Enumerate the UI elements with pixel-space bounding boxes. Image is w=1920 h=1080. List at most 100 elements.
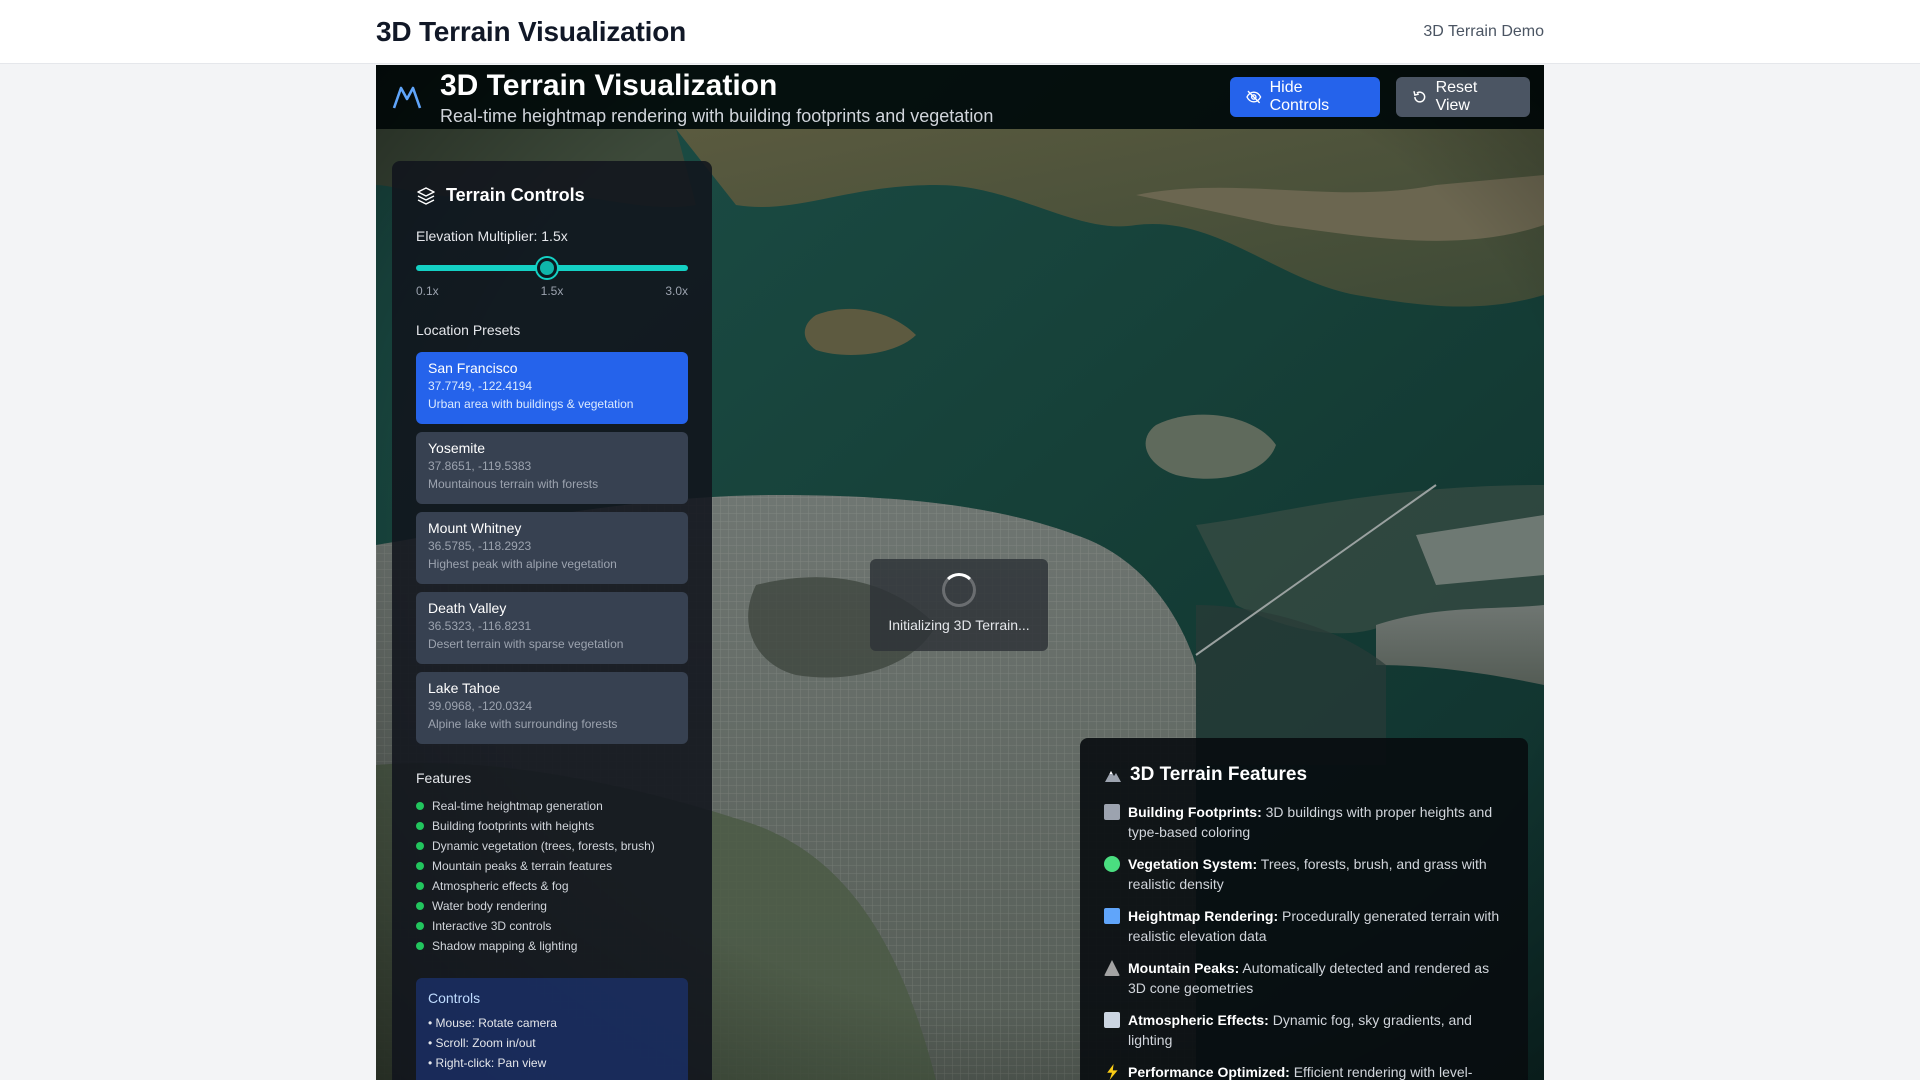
bullet-dot-icon (416, 862, 424, 870)
feature-text: Interactive 3D controls (432, 919, 552, 933)
loading-text: Initializing 3D Terrain... (888, 617, 1030, 633)
feature-text: Real-time heightmap generation (432, 799, 603, 813)
slider-tick-max: 3.0x (665, 284, 688, 298)
feature-text: Dynamic vegetation (trees, forests, brus… (432, 839, 655, 853)
layers-icon (417, 186, 435, 205)
preset-coords: 36.5323, -116.8231 (428, 619, 532, 633)
eye-off-icon (1246, 90, 1262, 104)
features-card-title-text: 3D Terrain Features (1130, 764, 1308, 785)
tree-icon (1104, 856, 1120, 872)
list-item: Atmospheric effects & fog (416, 876, 688, 896)
elevation-slider[interactable] (416, 258, 688, 278)
list-item: Interactive 3D controls (416, 916, 688, 936)
list-item: Water body rendering (416, 896, 688, 916)
preset-name: Yosemite (428, 440, 486, 456)
feature-description: Vegetation System: Trees, forests, brush… (1128, 854, 1504, 894)
feature-label: Heightmap Rendering: (1128, 908, 1279, 924)
preset-coords: 39.0968, -120.0324 (428, 699, 533, 713)
features-card-title: 3D Terrain Features (1104, 764, 1504, 786)
reset-view-label: Reset View (1435, 79, 1478, 114)
feature-label: Building Footprints: (1128, 804, 1262, 820)
terrain-features-card: 3D Terrain Features Building Footprints:… (1080, 738, 1528, 1080)
feature-item: Performance Optimized: Efficient renderi… (1104, 1062, 1504, 1080)
app-header: 3D Terrain Visualization Real-time heigh… (376, 65, 1544, 129)
preset-name: Death Valley (428, 600, 507, 616)
preset-lake-tahoe[interactable]: Lake Tahoe 39.0968, -120.0324 Alpine lak… (416, 672, 688, 744)
list-item: Dynamic vegetation (trees, forests, brus… (416, 836, 688, 856)
preset-mount-whitney[interactable]: Mount Whitney 36.5785, -118.2923 Highest… (416, 512, 688, 584)
feature-item: Mountain Peaks: Automatically detected a… (1104, 958, 1504, 998)
mountain-icon (1105, 771, 1121, 782)
bullet-dot-icon (416, 802, 424, 810)
loading-spinner-icon (942, 573, 976, 607)
preset-desc: Highest peak with alpine vegetation (428, 557, 617, 571)
terrain-viewport[interactable]: 3D Terrain Visualization Real-time heigh… (376, 65, 1544, 1080)
feature-description: Mountain Peaks: Automatically detected a… (1128, 958, 1504, 998)
features-title: Features (416, 770, 472, 786)
list-item: Shadow mapping & lighting (416, 936, 688, 956)
list-item: Real-time heightmap generation (416, 796, 688, 816)
bullet-dot-icon (416, 882, 424, 890)
feature-item: Atmospheric Effects: Dynamic fog, sky gr… (1104, 1010, 1504, 1050)
location-presets-title: Location Presets (416, 322, 521, 338)
preset-desc: Urban area with buildings & vegetation (428, 397, 634, 411)
preset-name: San Francisco (428, 360, 518, 376)
preset-coords: 37.7749, -122.4194 (428, 379, 533, 393)
location-presets-list: San Francisco 37.7749, -122.4194 Urban a… (416, 352, 688, 744)
slider-ticks: 0.1x 1.5x 3.0x (416, 284, 688, 298)
preset-name: Mount Whitney (428, 520, 522, 536)
list-item: Building footprints with heights (416, 816, 688, 836)
feature-text: Mountain peaks & terrain features (432, 859, 613, 873)
controls-help-box: Controls • Mouse: Rotate camera • Scroll… (416, 978, 688, 1080)
mountain-icon (1104, 960, 1120, 976)
controls-help-title: Controls (428, 990, 481, 1006)
bullet-dot-icon (416, 842, 424, 850)
feature-description: Heightmap Rendering: Procedurally genera… (1128, 906, 1504, 946)
bullet-dot-icon (416, 922, 424, 930)
slider-tick-mid: 1.5x (540, 284, 564, 298)
preset-desc: Desert terrain with sparse vegetation (428, 637, 624, 651)
feature-description: Performance Optimized: Efficient renderi… (1128, 1062, 1472, 1080)
site-header: 3D Terrain Visualization 3D Terrain Demo (0, 0, 1920, 64)
feature-text: Building footprints with heights (432, 819, 595, 833)
feature-item: Building Footprints: 3D buildings with p… (1104, 802, 1504, 842)
preset-coords: 37.8651, -119.5383 (428, 459, 532, 473)
feature-label: Vegetation System: (1128, 856, 1258, 872)
nav-link-demo[interactable]: 3D Terrain Demo (1423, 23, 1544, 41)
hide-controls-label: Hide Controls (1269, 79, 1330, 114)
terrain-controls-title: Terrain Controls (416, 185, 688, 206)
site-title: 3D Terrain Visualization (376, 16, 687, 47)
building-icon (1104, 804, 1120, 820)
map-icon (1104, 908, 1120, 924)
bullet-dot-icon (416, 942, 424, 950)
fog-icon (1104, 1012, 1120, 1028)
feature-item: Vegetation System: Trees, forests, brush… (1104, 854, 1504, 894)
reset-view-button[interactable]: Reset View (1396, 77, 1530, 117)
lightning-icon (1107, 1064, 1118, 1080)
elevation-multiplier-label: Elevation Multiplier: 1.5x (416, 228, 568, 244)
preset-yosemite[interactable]: Yosemite 37.8651, -119.5383 Mountainous … (416, 432, 688, 504)
preset-death-valley[interactable]: Death Valley 36.5323, -116.8231 Desert t… (416, 592, 688, 664)
preset-desc: Alpine lake with surrounding forests (428, 717, 618, 731)
preset-name: Lake Tahoe (428, 680, 501, 696)
features-list: Real-time heightmap generation Building … (416, 796, 688, 956)
slider-thumb[interactable] (537, 258, 558, 278)
feature-item: Heightmap Rendering: Procedurally genera… (1104, 906, 1504, 946)
rotate-ccw-icon (1413, 90, 1426, 103)
feature-text: Shadow mapping & lighting (432, 939, 578, 953)
terrain-controls-panel: Terrain Controls Elevation Multiplier: 1… (392, 161, 712, 1080)
controls-help-item: • Scroll: Zoom in/out (428, 1036, 536, 1050)
feature-label: Atmospheric Effects: (1128, 1012, 1269, 1028)
app-title: 3D Terrain Visualization (440, 69, 778, 102)
bullet-dot-icon (416, 822, 424, 830)
terrain-controls-title-text: Terrain Controls (446, 185, 585, 205)
feature-label: Performance Optimized: (1128, 1064, 1290, 1080)
controls-help-item: • Mouse: Rotate camera (428, 1016, 557, 1030)
preset-san-francisco[interactable]: San Francisco 37.7749, -122.4194 Urban a… (416, 352, 688, 424)
hide-controls-button[interactable]: Hide Controls (1230, 77, 1380, 117)
mountain-logo-icon (392, 86, 422, 109)
feature-description: Atmospheric Effects: Dynamic fog, sky gr… (1128, 1010, 1504, 1050)
feature-label: Mountain Peaks: (1128, 960, 1240, 976)
slider-tick-min: 0.1x (416, 284, 439, 298)
feature-text: Water body rendering (432, 899, 547, 913)
